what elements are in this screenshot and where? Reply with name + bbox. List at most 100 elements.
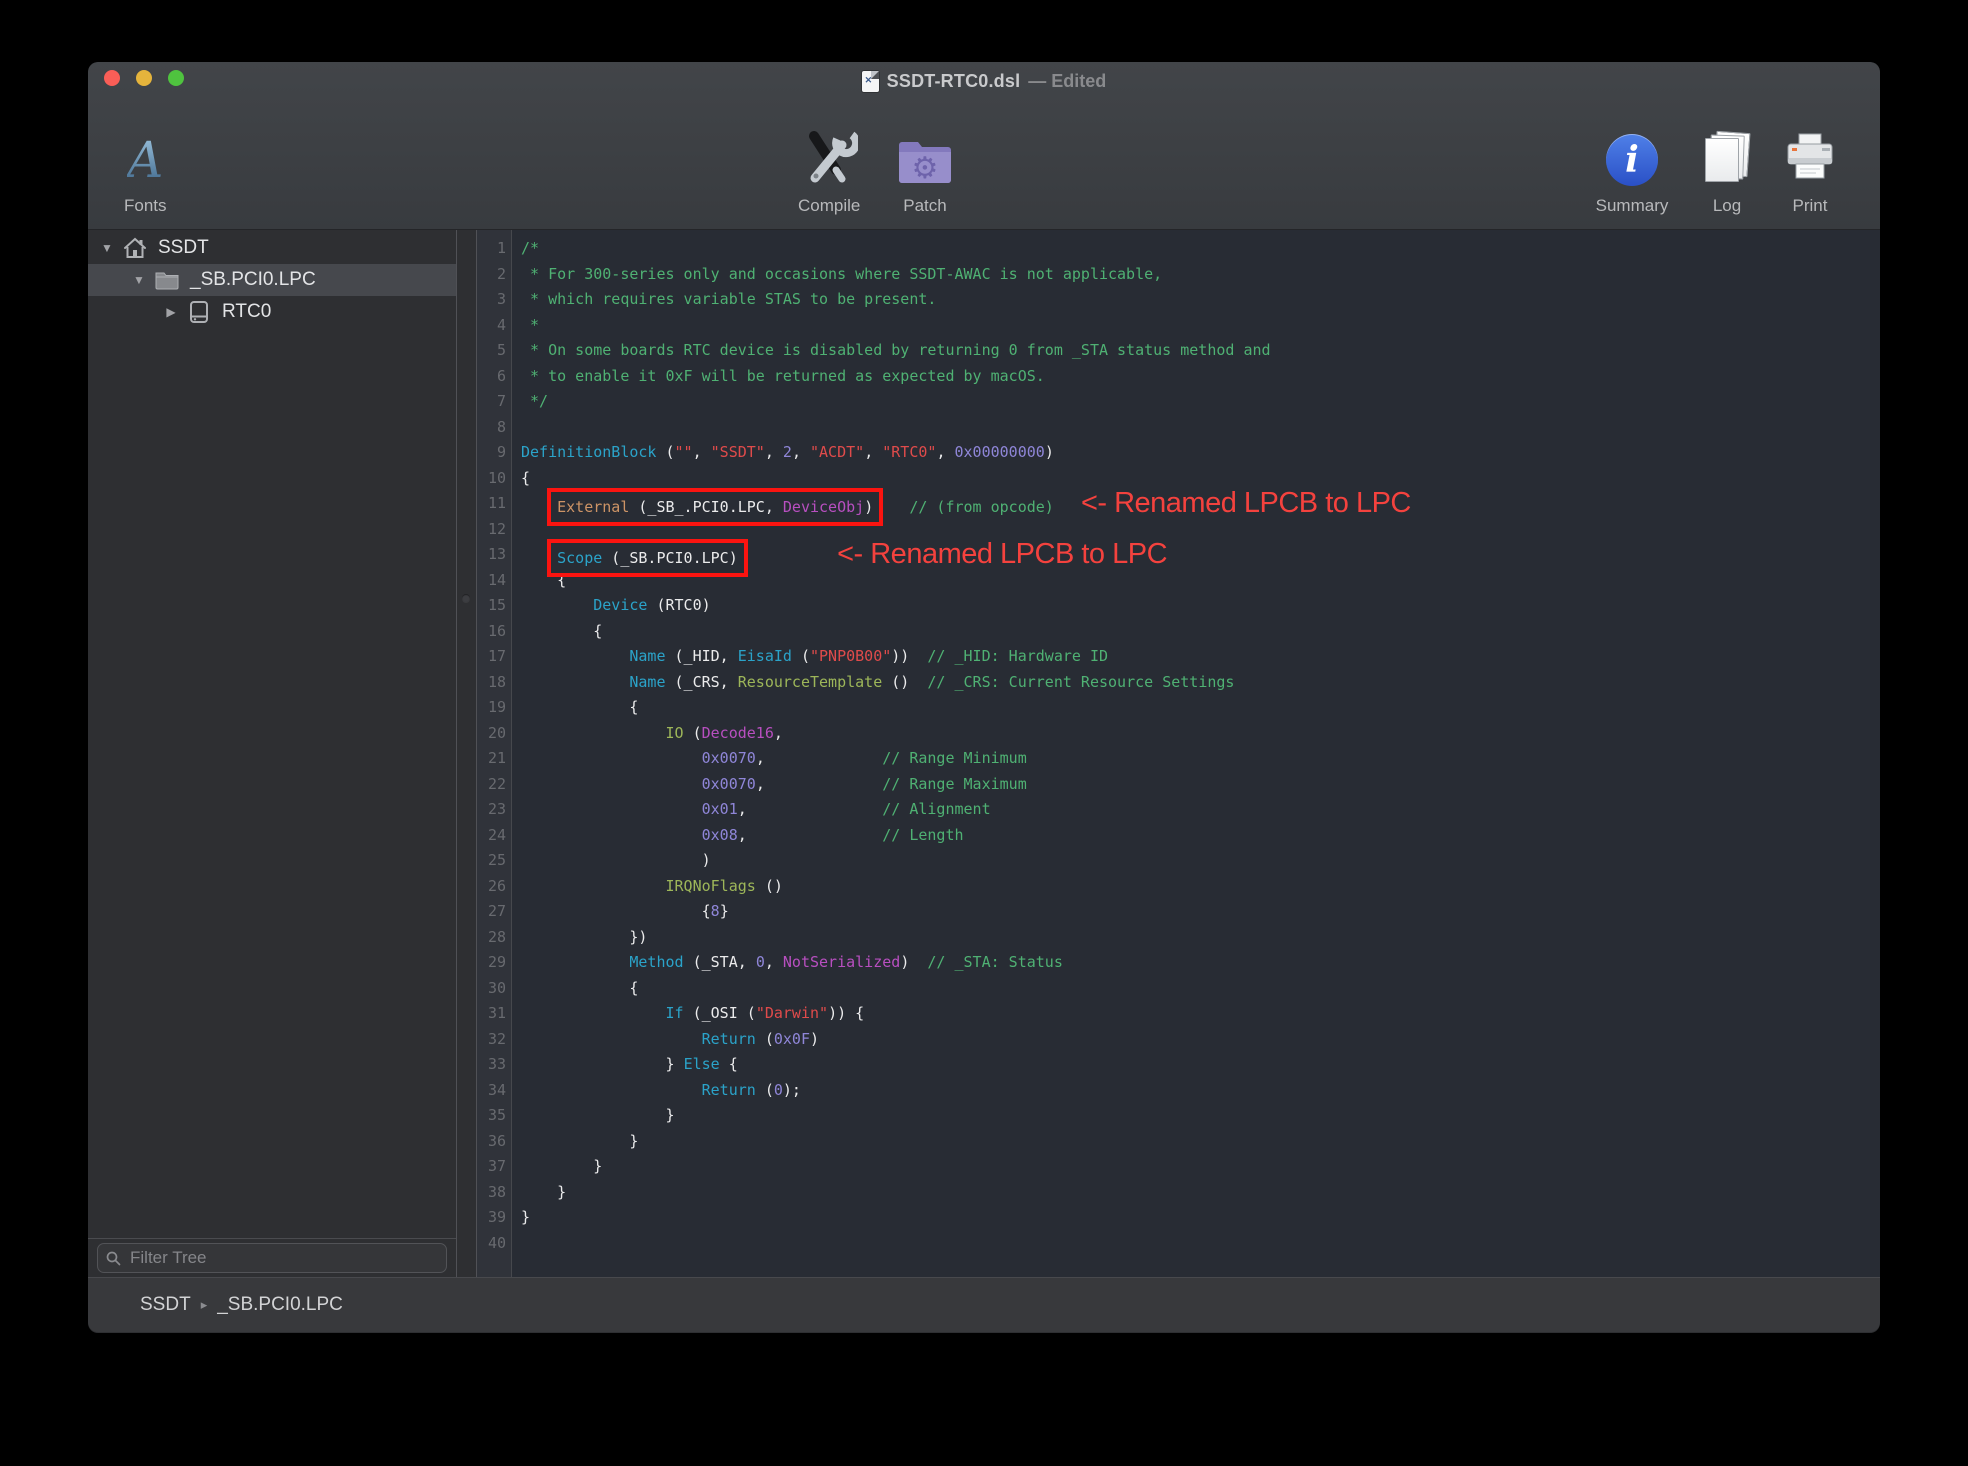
code-line: External (_SB_.PCI0.LPC, DeviceObj) // (… [521,491,1880,517]
code-editor[interactable]: /* * For 300-series only and occasions w… [512,230,1880,1277]
code-line: } Else { [521,1052,1880,1078]
highlight-box: External (_SB_.PCI0.LPC, DeviceObj) [557,498,873,516]
line-number: 25 [477,848,511,874]
code-line: 0x01, // Alignment [521,797,1880,823]
line-number: 30 [477,976,511,1002]
summary-button[interactable]: i Summary [1586,126,1678,216]
code-line: ) [521,848,1880,874]
line-number: 39 [477,1205,511,1231]
code-line: Scope (_SB.PCI0.LPC) <- Renamed LPCB to … [521,542,1880,568]
line-number: 22 [477,772,511,798]
code-line [521,415,1880,441]
svg-text:⚙: ⚙ [912,151,939,186]
code-line: } [521,1103,1880,1129]
line-number: 4 [477,313,511,339]
window-title: SSDT-RTC0.dsl [887,71,1021,92]
breadcrumb-separator-icon: ▸ [201,1297,208,1313]
code-line: /* [521,236,1880,262]
log-pages-icon [1705,126,1749,186]
fonts-button[interactable]: A Fonts [124,126,167,216]
filter-tree-input[interactable] [128,1247,438,1269]
compile-label: Compile [798,196,860,216]
line-number: 31 [477,1001,511,1027]
line-number: 27 [477,899,511,925]
content-area: ▼ SSDT ▼ [88,230,1880,1277]
code-line: DefinitionBlock ("", "SSDT", 2, "ACDT", … [521,440,1880,466]
line-number: 6 [477,364,511,390]
line-number: 3 [477,287,511,313]
print-icon [1784,126,1836,186]
filter-section [88,1238,456,1277]
code-line: Method (_STA, 0, NotSerialized) // _STA:… [521,950,1880,976]
log-button[interactable]: Log [1700,126,1754,216]
device-icon [186,300,212,324]
tree-row-rtc0[interactable]: ▶ RTC0 [88,296,456,328]
line-number: 24 [477,823,511,849]
disclosure-triangle-icon[interactable]: ▼ [132,273,146,287]
titlebar: SSDT-RTC0.dsl — Edited [88,68,1880,94]
disclosure-triangle-icon[interactable]: ▶ [164,305,178,319]
breadcrumb-item-ssdt[interactable]: SSDT [140,1294,191,1316]
code-line: 0x08, // Length [521,823,1880,849]
line-number: 1 [477,236,511,262]
line-number: 8 [477,415,511,441]
tree-label: _SB.PCI0.LPC [190,269,316,291]
patch-label: Patch [903,196,946,216]
breadcrumb-item-scope[interactable]: _SB.PCI0.LPC [217,1294,343,1316]
log-label: Log [1713,196,1741,216]
line-number: 20 [477,721,511,747]
compile-tools-icon [800,126,858,186]
line-number: 16 [477,619,511,645]
code-line: { [521,695,1880,721]
line-number: 2 [477,262,511,288]
line-number: 36 [477,1129,511,1155]
fonts-icon: A [127,126,163,186]
code-line: Name (_HID, EisaId ("PNP0B00")) // _HID:… [521,644,1880,670]
line-number: 29 [477,950,511,976]
disclosure-triangle-icon[interactable]: ▼ [100,241,114,255]
home-icon [122,236,148,260]
line-number: 15 [477,593,511,619]
code-line: If (_OSI ("Darwin")) { [521,1001,1880,1027]
line-number: 26 [477,874,511,900]
compile-button[interactable]: Compile [798,126,860,216]
print-button[interactable]: Print [1780,126,1840,216]
code-line: } [521,1154,1880,1180]
code-line: } [521,1129,1880,1155]
line-number: 28 [477,925,511,951]
line-number: 9 [477,440,511,466]
code-line: * [521,313,1880,339]
pane-splitter[interactable] [457,230,477,1277]
print-label: Print [1793,196,1828,216]
ssdt-tree: ▼ SSDT ▼ [88,230,456,1238]
code-line: } [521,1180,1880,1206]
line-number: 13 [477,542,511,568]
line-number: 21 [477,746,511,772]
tree-row-sb-pci0-lpc[interactable]: ▼ _SB.PCI0.LPC [88,264,456,296]
code-line: * which requires variable STAS to be pre… [521,287,1880,313]
tree-label: RTC0 [222,301,271,323]
fonts-label: Fonts [124,196,167,216]
code-line: IO (Decode16, [521,721,1880,747]
line-number: 5 [477,338,511,364]
code-line: {8} [521,899,1880,925]
rename-annotation: <- Renamed LPCB to LPC [1081,487,1411,519]
patch-folder-icon: ⚙ [896,126,954,186]
line-number: 40 [477,1231,511,1257]
tree-row-ssdt[interactable]: ▼ SSDT [88,232,456,264]
line-number: 33 [477,1052,511,1078]
rename-annotation: <- Renamed LPCB to LPC [837,538,1167,570]
code-line: { [521,619,1880,645]
tree-label: SSDT [158,237,209,259]
folder-icon [154,268,180,292]
summary-info-icon: i [1606,126,1658,186]
line-number: 32 [477,1027,511,1053]
code-line: Return (0); [521,1078,1880,1104]
highlight-box: Scope (_SB.PCI0.LPC) [557,549,738,567]
search-icon [106,1251,121,1266]
patch-button[interactable]: ⚙ Patch [896,126,954,216]
line-number: 23 [477,797,511,823]
line-number: 38 [477,1180,511,1206]
statusbar: SSDT ▸ _SB.PCI0.LPC [88,1277,1880,1332]
summary-label: Summary [1596,196,1669,216]
